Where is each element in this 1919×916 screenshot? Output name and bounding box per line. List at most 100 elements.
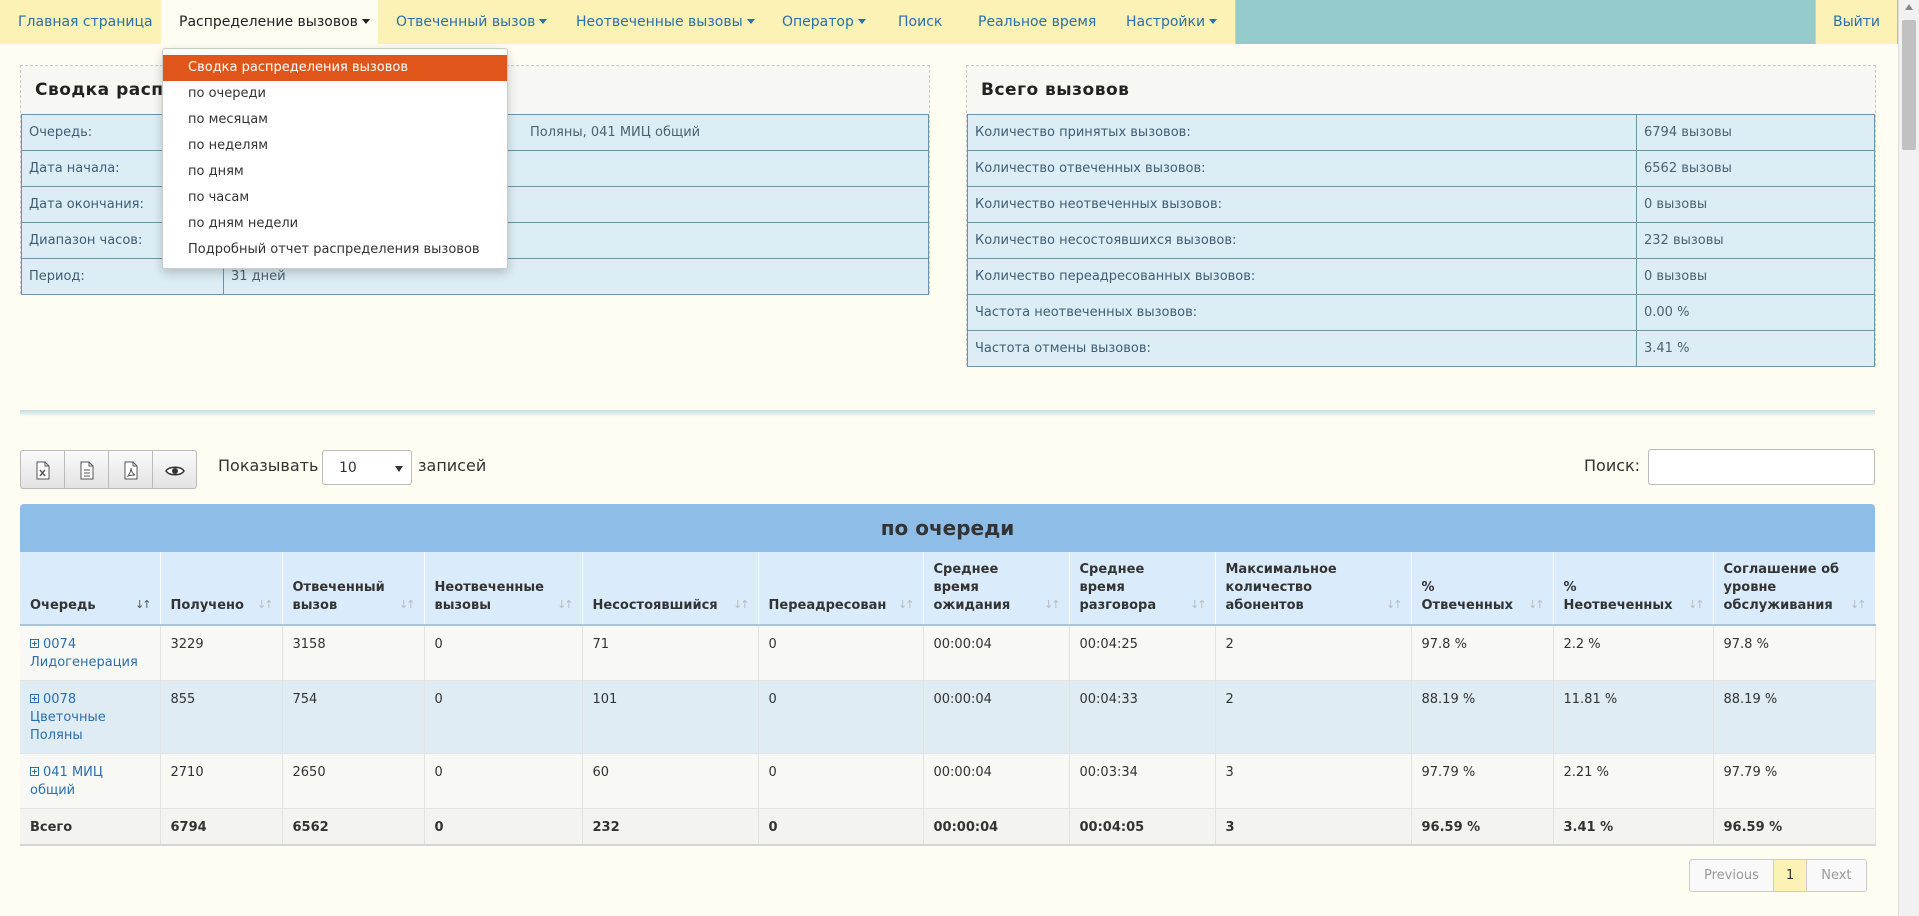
tab-home[interactable]: Главная страница bbox=[0, 0, 172, 44]
menu-item-by-weekday[interactable]: по дням недели bbox=[163, 211, 507, 237]
queue-name: 0074 Лидогенерация bbox=[30, 637, 138, 670]
table-cell: 88.19 % bbox=[1713, 680, 1876, 754]
sort-icon: ↓↑ bbox=[1528, 598, 1545, 611]
queue-link[interactable]: 0078 Цветочные Поляны bbox=[30, 692, 106, 743]
column-label: Среднее время разговора bbox=[1079, 562, 1157, 613]
expand-plus-icon[interactable] bbox=[30, 639, 39, 648]
tab-label: Неотвеченные вызовы bbox=[576, 14, 743, 30]
next-page-button[interactable]: Next bbox=[1806, 859, 1867, 892]
table-cell: 97.8 % bbox=[1411, 625, 1554, 681]
queue-cell[interactable]: 0074 Лидогенерация bbox=[20, 625, 161, 681]
page-scrollbar[interactable] bbox=[1898, 0, 1919, 916]
column-header-avg-wait[interactable]: Среднее время ожидания ↓↑ bbox=[923, 552, 1070, 626]
column-header-answered[interactable]: Отвеченный вызов ↓↑ bbox=[282, 552, 425, 626]
table-cell: 00:00:04 bbox=[923, 680, 1070, 754]
tab-operator[interactable]: Оператор bbox=[764, 0, 885, 44]
page-button-1[interactable]: 1 bbox=[1772, 859, 1808, 892]
queue-link[interactable]: 041 МИЦ общий bbox=[30, 765, 103, 798]
column-header-unanswered[interactable]: Неотвеченные вызовы ↓↑ bbox=[424, 552, 583, 626]
menu-item-by-hour[interactable]: по часам bbox=[163, 185, 507, 211]
call-distribution-dropdown: Сводка распределения вызовов по очереди … bbox=[162, 48, 508, 269]
column-header-pct-unanswered[interactable]: % Неотвеченных ↓↑ bbox=[1553, 552, 1714, 626]
total-label: Всего bbox=[20, 808, 161, 846]
totals-row: Частота отмены вызовов: 3.41 % bbox=[967, 330, 1875, 367]
expand-plus-icon[interactable] bbox=[30, 693, 39, 703]
menu-item-distribution-summary[interactable]: Сводка распределения вызовов bbox=[163, 55, 507, 81]
totals-label: Количество несостоявшихся вызовов: bbox=[967, 222, 1637, 259]
scroll-thumb[interactable] bbox=[1902, 20, 1916, 150]
queue-cell[interactable]: 041 МИЦ общий bbox=[20, 753, 161, 809]
column-header-max-callers[interactable]: Максимальное количество абонентов ↓↑ bbox=[1215, 552, 1412, 626]
table-cell: 3229 bbox=[160, 625, 283, 681]
menu-item-by-month[interactable]: по месяцам bbox=[163, 107, 507, 133]
menu-item-by-day[interactable]: по дням bbox=[163, 159, 507, 185]
table-cell: 101 bbox=[582, 680, 759, 754]
scroll-up-arrow-icon[interactable] bbox=[1905, 4, 1913, 10]
pdf-export-icon bbox=[124, 461, 138, 480]
totals-row: Количество принятых вызовов: 6794 вызовы bbox=[967, 114, 1875, 151]
totals-value: 6794 вызовы bbox=[1636, 114, 1875, 151]
column-header-avg-talk[interactable]: Среднее время разговора ↓↑ bbox=[1069, 552, 1216, 626]
table-cell: 754 bbox=[282, 680, 425, 754]
total-cell: 00:04:05 bbox=[1069, 808, 1216, 846]
tab-settings[interactable]: Настройки bbox=[1108, 0, 1237, 44]
excel-export-button[interactable] bbox=[20, 450, 65, 489]
csv-export-button[interactable] bbox=[64, 450, 109, 489]
totals-label: Частота неотвеченных вызовов: bbox=[967, 294, 1637, 331]
menu-item-by-week[interactable]: по неделям bbox=[163, 133, 507, 159]
menu-item-by-queue[interactable]: по очереди bbox=[163, 81, 507, 107]
sort-icon: ↓↑ bbox=[257, 598, 274, 611]
column-label: % Отвеченных bbox=[1421, 580, 1513, 613]
totals-value: 3.41 % bbox=[1636, 330, 1875, 367]
totals-value: 0 вызовы bbox=[1636, 258, 1875, 295]
column-header-transferred[interactable]: Переадресован ↓↑ bbox=[758, 552, 924, 626]
tab-answered-call[interactable]: Отвеченный вызов bbox=[378, 0, 567, 44]
table-header-row: Очередь ↓↑ Получено ↓↑ Отвеченный вызов ↓↑ … bbox=[20, 552, 1876, 626]
csv-export-icon bbox=[80, 461, 94, 480]
totals-value: 6562 вызовы bbox=[1636, 150, 1875, 187]
total-calls-table: Количество принятых вызовов: 6794 вызовы … bbox=[967, 114, 1875, 367]
table-cell: 97.79 % bbox=[1713, 753, 1876, 809]
search-label: Поиск: bbox=[1584, 456, 1641, 475]
logout-button[interactable]: Выйти bbox=[1815, 0, 1898, 44]
column-header-received[interactable]: Получено ↓↑ bbox=[160, 552, 283, 626]
sort-icon: ↓↑ bbox=[1850, 598, 1867, 611]
queue-cell[interactable]: 0078 Цветочные Поляны bbox=[20, 680, 161, 754]
tab-real-time[interactable]: Реальное время bbox=[960, 0, 1116, 44]
expand-plus-icon[interactable] bbox=[30, 766, 39, 776]
table-cell: 3 bbox=[1215, 753, 1412, 809]
queue-link[interactable]: 0074 Лидогенерация bbox=[30, 637, 138, 670]
previous-page-button[interactable]: Previous bbox=[1689, 859, 1774, 892]
tab-call-distribution[interactable]: Распределение вызовов bbox=[161, 0, 389, 44]
table-cell: 0 bbox=[424, 753, 583, 809]
totals-value: 0 вызовы bbox=[1636, 186, 1875, 223]
table-cell: 2.2 % bbox=[1553, 625, 1714, 681]
pdf-export-button[interactable] bbox=[108, 450, 153, 489]
menu-item-detailed-report[interactable]: Подробный отчет распределения вызовов bbox=[163, 237, 507, 263]
tab-label: Настройки bbox=[1126, 14, 1206, 30]
column-header-pct-answered[interactable]: % Отвеченных ↓↑ bbox=[1411, 552, 1554, 626]
total-cell: 3 bbox=[1215, 808, 1412, 846]
total-cell: 3.41 % bbox=[1553, 808, 1714, 846]
export-toolbar bbox=[20, 450, 197, 489]
table-cell: 11.81 % bbox=[1553, 680, 1714, 754]
column-label: Среднее время ожидания bbox=[933, 562, 1011, 613]
sort-asc-icon: ↓↑ bbox=[135, 598, 152, 611]
sort-icon: ↓↑ bbox=[1386, 598, 1403, 611]
tab-search[interactable]: Поиск bbox=[880, 0, 962, 44]
caret-down-icon bbox=[746, 19, 755, 24]
column-header-sla[interactable]: Соглашение об уровне обслуживания ↓↑ bbox=[1713, 552, 1876, 626]
page-length-value: 10 bbox=[339, 460, 357, 476]
search-input[interactable] bbox=[1648, 449, 1875, 485]
column-label: Несостоявшийся bbox=[592, 598, 718, 613]
totals-label: Количество неотвеченных вызовов: bbox=[967, 186, 1637, 223]
tab-unanswered-calls[interactable]: Неотвеченные вызовы bbox=[558, 0, 774, 44]
preview-button[interactable] bbox=[152, 450, 197, 489]
column-header-failed[interactable]: Несостоявшийся ↓↑ bbox=[582, 552, 759, 626]
table-cell: 2 bbox=[1215, 625, 1412, 681]
column-label: Соглашение об уровне обслуживания bbox=[1723, 562, 1840, 613]
sort-icon: ↓↑ bbox=[898, 598, 915, 611]
page-length-select[interactable]: 10 bbox=[322, 450, 412, 485]
column-header-queue[interactable]: Очередь ↓↑ bbox=[20, 552, 161, 626]
total-calls-panel: Всего вызовов Количество принятых вызово… bbox=[966, 65, 1876, 367]
